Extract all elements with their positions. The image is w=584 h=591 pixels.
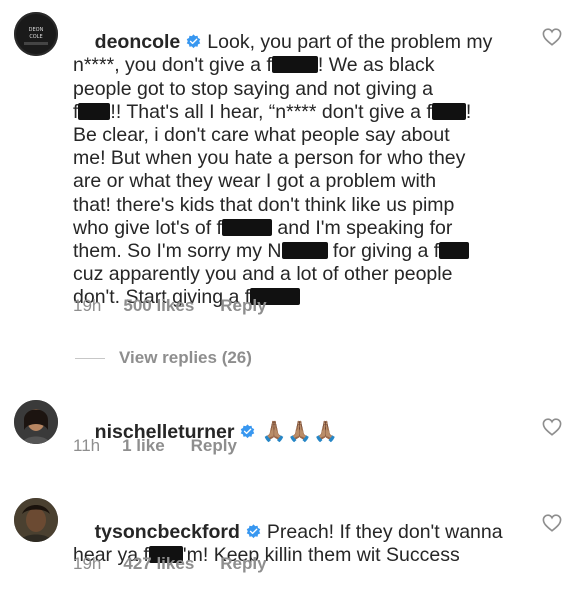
reply-button[interactable]: Reply xyxy=(220,296,266,315)
likes-count[interactable]: 1 like xyxy=(122,436,165,455)
reply-button[interactable]: Reply xyxy=(220,554,266,573)
likes-count[interactable]: 427 likes xyxy=(123,554,194,573)
svg-text:COLE: COLE xyxy=(29,34,42,40)
verified-badge-icon xyxy=(187,34,201,49)
comment-meta: 19h 500 likes Reply xyxy=(73,296,293,316)
divider xyxy=(75,357,105,359)
likes-count[interactable]: 500 likes xyxy=(123,296,194,315)
comment-text: deoncole Look, you part of the problem my… xyxy=(73,31,493,309)
view-replies-label: View replies (26) xyxy=(119,348,252,367)
comment-meta: 11h 1 like Reply xyxy=(73,436,263,456)
view-replies-button[interactable]: View replies (26) xyxy=(75,348,252,368)
verified-badge-icon xyxy=(246,524,261,539)
heart-icon[interactable] xyxy=(542,28,562,46)
timestamp: 11h xyxy=(73,436,101,455)
comment-deoncole: DEON COLE deoncole Look, you part of the … xyxy=(0,0,584,330)
comment-meta: 19h 427 likes Reply xyxy=(73,554,293,574)
timestamp: 19h xyxy=(73,296,102,315)
username[interactable]: tysoncbeckford xyxy=(95,521,240,543)
comment-text: tysoncbeckford Preach! If they don't wann… xyxy=(73,521,503,567)
heart-icon[interactable] xyxy=(542,418,562,436)
comment-nischelleturner: nischelleturner 🙏🏽🙏🏽🙏🏽 11h 1 like Reply xyxy=(0,390,584,470)
avatar[interactable] xyxy=(14,498,58,542)
username[interactable]: deoncole xyxy=(95,31,181,53)
timestamp: 19h xyxy=(73,554,102,573)
comment-text: nischelleturner 🙏🏽🙏🏽🙏🏽 xyxy=(73,398,543,468)
reply-button[interactable]: Reply xyxy=(191,436,237,455)
avatar[interactable]: DEON COLE xyxy=(14,12,58,56)
praying-hands-emoji: 🙏🏽🙏🏽🙏🏽 xyxy=(261,421,340,444)
comment-tysoncbeckford: tysoncbeckford Preach! If they don't wann… xyxy=(0,488,584,584)
avatar[interactable] xyxy=(14,400,58,444)
svg-text:DEON: DEON xyxy=(29,27,44,33)
heart-icon[interactable] xyxy=(542,514,562,532)
